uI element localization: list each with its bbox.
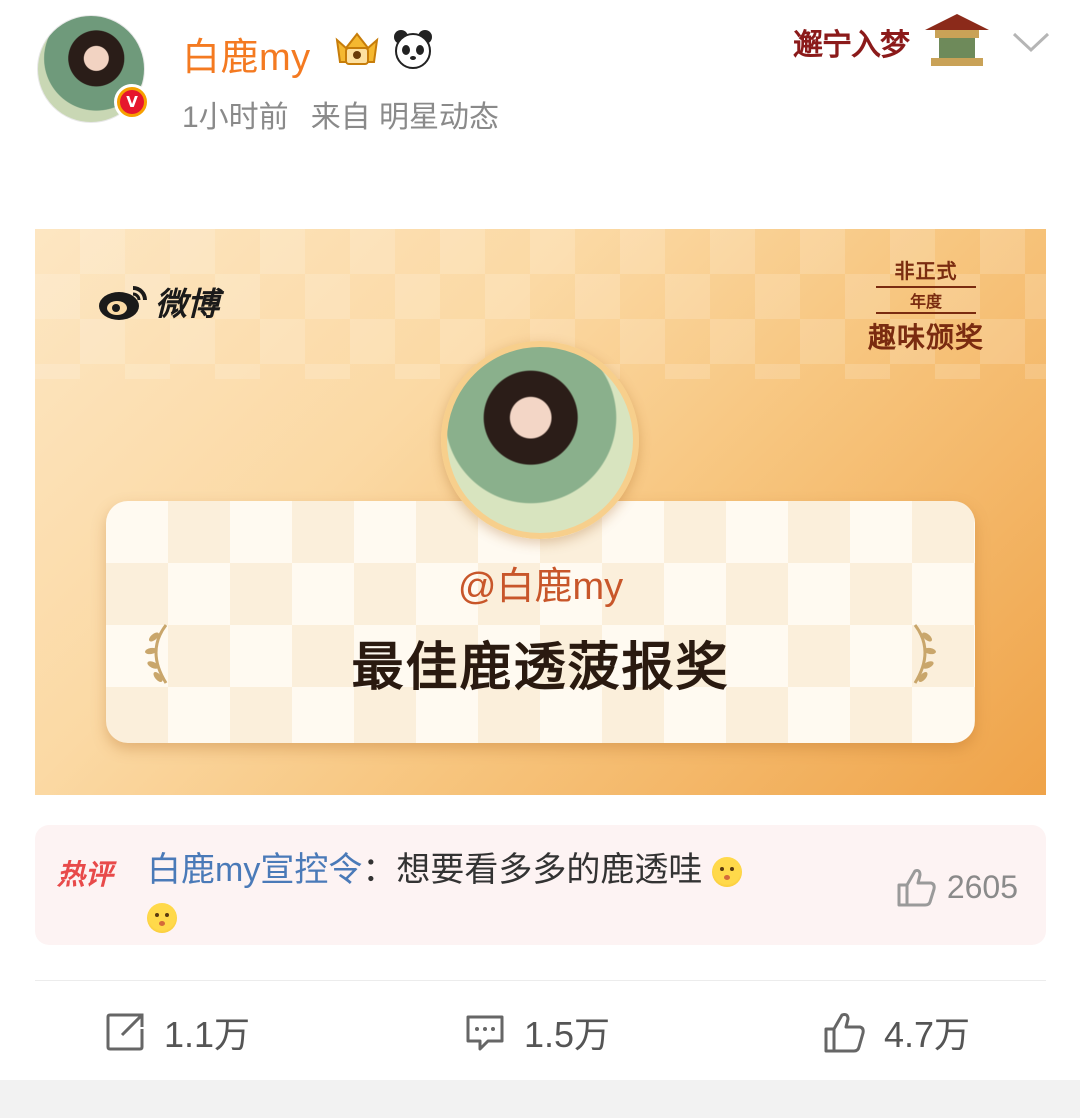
award-name: 最佳鹿透菠报奖 <box>351 638 730 698</box>
verified-badge-icon: V <box>114 84 150 120</box>
post-source[interactable]: 来自 明星动态 <box>311 101 499 134</box>
weibo-logo-icon <box>99 286 147 320</box>
comment-button[interactable]: 1.5万 <box>464 1008 610 1056</box>
comment-count: 1.5万 <box>524 1014 611 1055</box>
award-handle: @白鹿my <box>457 566 624 608</box>
like-icon <box>897 869 936 907</box>
hot-comment[interactable]: 热评 白鹿my宣控令：想要看多多的鹿透哇 2605 <box>35 825 1046 945</box>
pavilion-icon <box>925 14 989 66</box>
hot-comment-body: 白鹿my宣控令：想要看多多的鹿透哇 <box>147 847 847 939</box>
emoji-icon <box>711 857 742 888</box>
like-icon <box>824 1013 865 1053</box>
comment-icon <box>466 1015 504 1051</box>
award-card-image[interactable]: 微博 非正式 年度 趣味颁奖 @白鹿my 最佳鹿透菠报奖 <box>35 229 1046 795</box>
post-meta: 1小时前 来自 明星动态 <box>182 92 499 136</box>
corner-deco-text: 邂宁入梦 <box>793 28 910 63</box>
award-profile-photo <box>441 341 639 539</box>
repost-button[interactable]: 1.1万 <box>104 1008 250 1056</box>
laurel-icon <box>913 624 936 684</box>
username[interactable]: 白鹿my <box>182 26 311 81</box>
divider <box>35 980 1046 981</box>
hot-comment-author[interactable]: 白鹿my宣控令 <box>147 851 362 889</box>
like-count: 4.7万 <box>884 1014 971 1055</box>
like-button[interactable]: 4.7万 <box>822 1008 970 1056</box>
chevron-down-icon[interactable] <box>1010 28 1052 56</box>
corner-decoration: 邂宁入梦 <box>793 8 993 70</box>
weibo-logo-text: 微博 <box>155 285 220 323</box>
hot-comment-like-count: 2605 <box>946 868 1018 905</box>
hot-comment-like-button[interactable]: 2605 <box>895 867 1018 907</box>
avatar[interactable]: V <box>37 15 150 123</box>
share-icon <box>106 1013 144 1051</box>
panda-badge-icon[interactable] <box>392 28 434 70</box>
repost-count: 1.1万 <box>164 1014 251 1055</box>
hot-comment-tag: 热评 <box>57 858 114 891</box>
award-event-title: 非正式 年度 趣味颁奖 <box>867 259 984 354</box>
post-time: 1小时前 <box>182 101 289 134</box>
crown-badge-icon[interactable] <box>332 28 382 70</box>
emoji-icon <box>147 903 177 934</box>
feed-separator <box>0 1080 1080 1118</box>
weibo-logo: 微博 <box>97 279 219 325</box>
hot-comment-text: ：想要看多多的鹿透哇 <box>362 851 703 889</box>
